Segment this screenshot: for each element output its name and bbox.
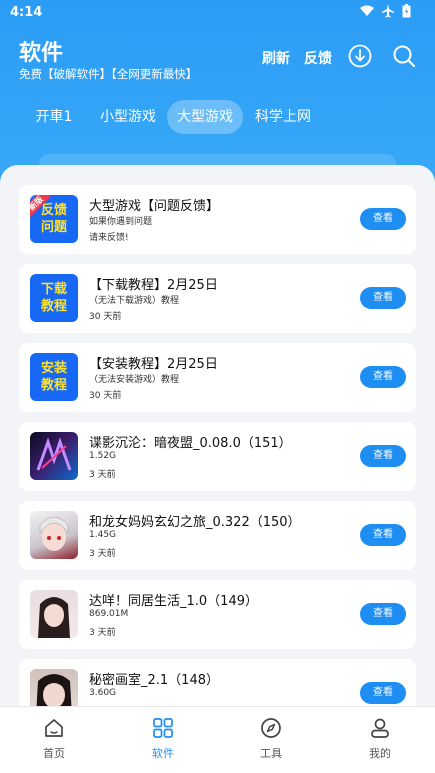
list-item[interactable]: 达咩！同居生活_1.0（149） 869.01M 3 天前 查看 [19,580,416,649]
item-time: 3 天前 [89,470,116,480]
item-desc: （无法下载游戏）教程 [89,296,180,306]
feedback-button[interactable]: 反馈 [304,48,332,68]
home-icon [45,719,63,737]
item-title: 大型游戏【问题反馈】 [89,199,220,214]
nav-label: 软件 [152,747,174,760]
item-size: 1.45G [89,530,117,540]
nav-label: 首页 [43,747,65,760]
nav-label: 工具 [260,747,282,760]
status-icons [360,4,411,18]
item-desc: （无法安装游戏）教程 [89,375,180,385]
tab-large-games[interactable]: 大型游戏 [167,100,243,134]
category-tabs: 开車1 小型游戏 大型游戏 科学上网 [0,100,435,134]
nav-tools[interactable]: 工具 [241,717,301,761]
feedback-thumbnail: 新版 反馈问题 [30,195,78,243]
list-item[interactable]: 谍影沉沦：暗夜盟_0.08.0（151） 1.52G 3 天前 查看 [19,422,416,491]
content-list[interactable]: 新版 反馈问题 大型游戏【问题反馈】 如果你遇到问题 请来反馈! 查看 下载教程… [0,165,435,710]
view-button[interactable]: 查看 [360,366,406,388]
game-thumbnail [30,590,78,638]
list-item[interactable]: 下载教程 【下载教程】2月25日 （无法下载游戏）教程 30 天前 查看 [19,264,416,333]
download-tutorial-thumbnail: 下载教程 [30,274,78,322]
grid-icon [153,718,173,738]
item-size: 1.52G [89,451,117,461]
list-item[interactable]: 和龙女妈妈玄幻之旅_0.322（150） 1.45G 3 天前 查看 [19,501,416,570]
view-button[interactable]: 查看 [360,524,406,546]
tab-small-games[interactable]: 小型游戏 [95,100,161,134]
game-thumbnail [30,432,78,480]
game-logo-image [36,437,72,471]
item-time: 30 天前 [89,312,122,322]
item-title: 【安装教程】2月25日 [89,357,218,372]
page-subtitle: 免费【破解软件】【全网更新最快】 [19,67,198,81]
item-time: 30 天前 [89,391,122,401]
item-title: 和龙女妈妈玄幻之旅_0.322（150） [89,515,301,530]
tab-kaiche[interactable]: 开車1 [25,100,83,134]
game-thumbnail [30,669,78,710]
bottom-navigation: 首页 软件 工具 我的 [0,706,435,773]
item-time: 3 天前 [89,549,116,559]
compass-icon [261,718,281,738]
view-button[interactable]: 查看 [360,208,406,230]
status-time: 4:14 [10,5,43,20]
status-bar: 4:14 [0,0,435,26]
view-button[interactable]: 查看 [360,445,406,467]
thumb-text: 安装教程 [40,361,67,393]
character-image [38,597,70,638]
airplane-icon [382,4,394,18]
list-item[interactable]: 新版 反馈问题 大型游戏【问题反馈】 如果你遇到问题 请来反馈! 查看 [19,185,416,254]
item-time: 3 天前 [89,628,116,638]
page-title: 软件 [19,41,64,66]
search-icon[interactable] [392,44,416,68]
item-title: 达咩！同居生活_1.0（149） [89,594,258,609]
item-title: 【下载教程】2月25日 [89,278,218,293]
nav-home[interactable]: 首页 [24,717,84,761]
nav-software[interactable]: 软件 [133,717,193,761]
view-button[interactable]: 查看 [360,682,406,704]
thumb-text: 下载教程 [40,282,67,314]
character-image [36,674,72,710]
character-image [39,516,69,551]
download-icon[interactable] [348,44,372,68]
item-title: 谍影沉沦：暗夜盟_0.08.0（151） [89,436,292,451]
game-thumbnail [30,511,78,559]
list-item[interactable]: 秘密画室_2.1（148） 3.60G 查看 [19,659,416,710]
battery-icon [402,4,411,18]
item-size: 869.01M [89,609,129,619]
view-button[interactable]: 查看 [360,603,406,625]
tab-vpn[interactable]: 科学上网 [250,100,316,134]
item-desc: 如果你遇到问题 [89,217,153,227]
list-item[interactable]: 安装教程 【安装教程】2月25日 （无法安装游戏）教程 30 天前 查看 [19,343,416,412]
user-icon [371,718,389,738]
wifi-icon [360,5,374,16]
item-size: 3.60G [89,688,117,698]
nav-label: 我的 [369,747,391,760]
install-tutorial-thumbnail: 安装教程 [30,353,78,401]
view-button[interactable]: 查看 [360,287,406,309]
item-meta: 请来反馈! [89,233,129,243]
item-title: 秘密画室_2.1（148） [89,673,219,688]
nav-mine[interactable]: 我的 [350,717,410,761]
refresh-button[interactable]: 刷新 [262,48,290,68]
